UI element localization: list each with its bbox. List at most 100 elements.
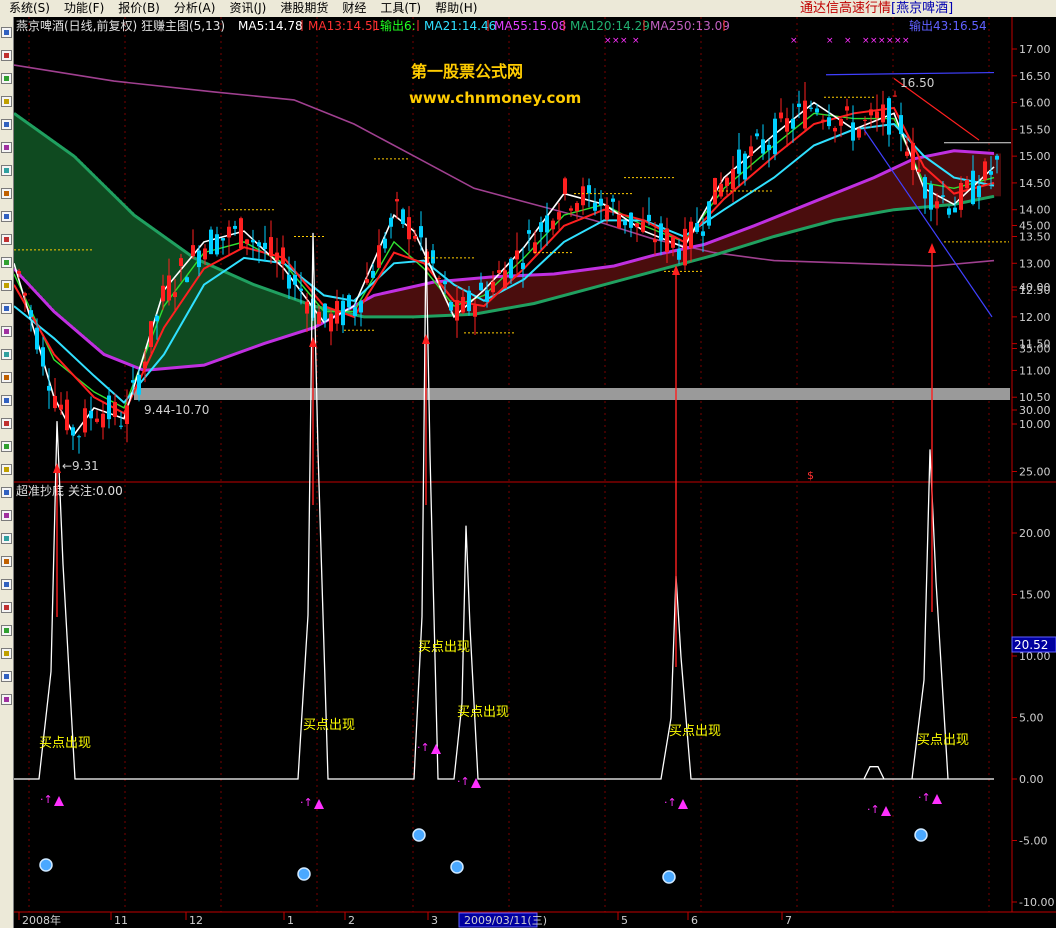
candle-body [941, 195, 945, 197]
toolbar-glyph-icon [4, 697, 9, 702]
signal-up-mark: ·↑ [40, 793, 53, 806]
candle-body [335, 301, 339, 324]
ribbon-slice [20, 117, 23, 276]
sub-tick-label: 40.00 [1019, 281, 1051, 294]
ribbon-slice [383, 293, 386, 317]
toolbar-button-27[interactable] [1, 648, 12, 659]
candle-body [341, 300, 345, 326]
ribbon-slice [254, 284, 257, 348]
indicator-label: MA250:13.09 [650, 19, 730, 33]
ribbon-slice [659, 254, 662, 270]
toolbar-button-5[interactable] [1, 142, 12, 153]
toolbar-button-10[interactable] [1, 257, 12, 268]
candle-body [389, 217, 393, 227]
toolbar-button-16[interactable] [1, 395, 12, 406]
ribbon-slice [251, 283, 254, 349]
toolbar-glyph-icon [4, 674, 9, 679]
toolbar-button-19[interactable] [1, 464, 12, 475]
ribbon-slice [761, 222, 764, 241]
toolbar-button-3[interactable] [1, 96, 12, 107]
toolbar-button-0[interactable] [1, 27, 12, 38]
menu-function[interactable]: 功能(F) [57, 0, 111, 17]
toolbar-button-17[interactable] [1, 418, 12, 429]
toolbar-button-28[interactable] [1, 671, 12, 682]
candle-body [47, 385, 51, 391]
ribbon-slice [533, 274, 536, 304]
candle-body [257, 242, 261, 247]
candle-body [827, 117, 831, 127]
toolbar-button-24[interactable] [1, 579, 12, 590]
candle-body [917, 169, 921, 172]
price-tick-label: 16.50 [1019, 70, 1051, 83]
chart-background [14, 17, 1056, 928]
menu-info[interactable]: 资讯(J) [222, 0, 273, 17]
ribbon-slice [386, 292, 389, 317]
candle-body [71, 427, 75, 436]
ribbon-slice [239, 278, 242, 353]
toolbar-button-26[interactable] [1, 625, 12, 636]
indicator-label: MA13:14.51 [308, 19, 380, 33]
sub-tick-label: 20.00 [1019, 527, 1051, 540]
menu-quote[interactable]: 报价(B) [111, 0, 167, 17]
toolbar-button-29[interactable] [1, 694, 12, 705]
toolbar-button-20[interactable] [1, 487, 12, 498]
ribbon-slice [374, 295, 377, 317]
menu-finance[interactable]: 财经 [335, 0, 373, 17]
candle-body [401, 209, 405, 224]
toolbar-button-18[interactable] [1, 441, 12, 452]
price-tick-label: 14.50 [1019, 177, 1051, 190]
ribbon-slice [812, 202, 815, 227]
ribbon-slice [212, 265, 215, 363]
toolbar-button-2[interactable] [1, 73, 12, 84]
candle-body [695, 223, 699, 232]
candle-body [131, 380, 135, 383]
toolbar-button-15[interactable] [1, 372, 12, 383]
ribbon-slice [644, 257, 647, 274]
ribbon-slice [218, 268, 221, 361]
menu-hk[interactable]: 港股期货 [273, 0, 335, 17]
toolbar-glyph-icon [4, 352, 9, 357]
candle-body [743, 153, 747, 180]
x-mark: × [790, 36, 798, 46]
toolbar-button-22[interactable] [1, 533, 12, 544]
candle-body [989, 171, 993, 175]
candle-body [137, 374, 141, 395]
candle-body [101, 413, 105, 428]
sub-tick-label: 30.00 [1019, 404, 1051, 417]
menu-tools[interactable]: 工具(T) [373, 0, 428, 17]
ribbon-slice [890, 170, 893, 211]
indicator-label: 输出6: [380, 18, 416, 33]
candle-body [509, 258, 513, 279]
candle-body [251, 239, 255, 243]
ribbon-slice [68, 151, 71, 324]
price-tick-label: 15.00 [1019, 150, 1051, 163]
toolbar-glyph-icon [4, 444, 9, 449]
toolbar-button-11[interactable] [1, 280, 12, 291]
signal-up-mark: ·↑ [918, 791, 931, 804]
toolbar-glyph-icon [4, 237, 9, 242]
date-tick-label: 7 [785, 914, 792, 927]
toolbar-button-12[interactable] [1, 303, 12, 314]
menu-analysis[interactable]: 分析(A) [167, 0, 223, 17]
menu-help[interactable]: 帮助(H) [428, 0, 484, 17]
ribbon-slice [80, 162, 83, 334]
toolbar-button-14[interactable] [1, 349, 12, 360]
toolbar-button-6[interactable] [1, 165, 12, 176]
toolbar-glyph-icon [4, 467, 9, 472]
toolbar-button-7[interactable] [1, 188, 12, 199]
kline-chart[interactable]: 燕京啤酒(日线,前复权) 狂赚主图(5,13) MA5:14.78 MA13:14… [14, 17, 1056, 928]
ribbon-slice [104, 185, 107, 355]
sub-tick-label: 45.00 [1019, 220, 1051, 233]
toolbar-button-8[interactable] [1, 211, 12, 222]
candle-body [749, 146, 753, 156]
toolbar-button-4[interactable] [1, 119, 12, 130]
ribbon-slice [860, 183, 863, 216]
toolbar-button-21[interactable] [1, 510, 12, 521]
toolbar-button-9[interactable] [1, 234, 12, 245]
toolbar-button-25[interactable] [1, 602, 12, 613]
toolbar-button-13[interactable] [1, 326, 12, 337]
price-tick-label: 12.00 [1019, 311, 1051, 324]
toolbar-button-1[interactable] [1, 50, 12, 61]
menu-system[interactable]: 系统(S) [2, 0, 57, 17]
toolbar-button-23[interactable] [1, 556, 12, 567]
